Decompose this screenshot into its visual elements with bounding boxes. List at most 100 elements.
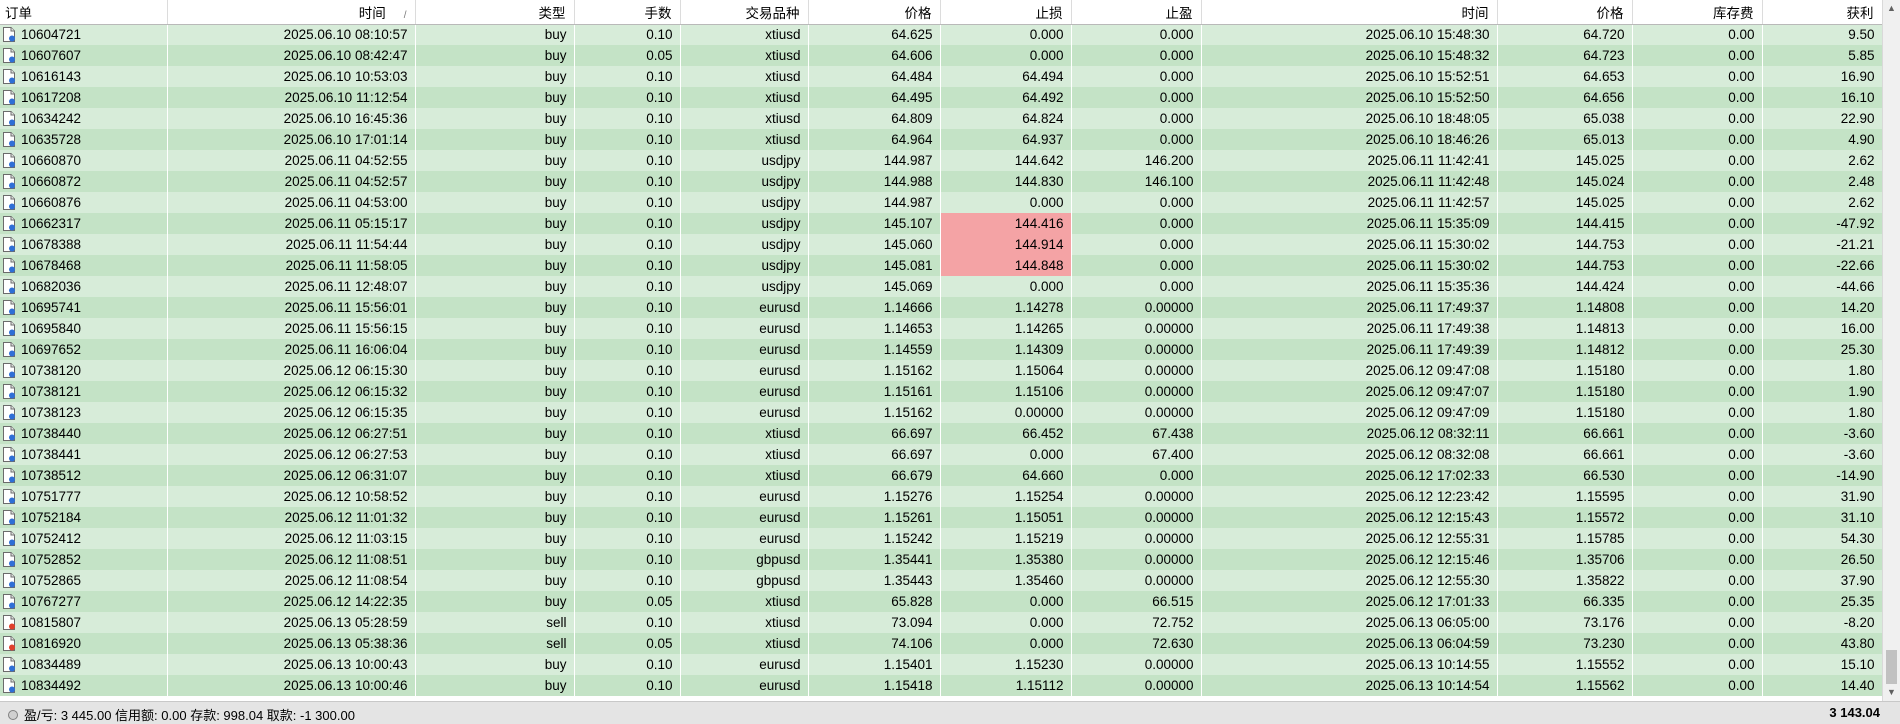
table-row[interactable]: 10767277 2025.06.12 14:22:35 buy 0.05 xtiusd… bbox=[0, 591, 1882, 612]
cell-take-profit: 0.000 bbox=[1071, 24, 1202, 45]
cell-close-price: 66.530 bbox=[1497, 465, 1633, 486]
col-header-lots[interactable]: 手数 bbox=[574, 0, 681, 25]
table-row[interactable]: 10662317 2025.06.11 05:15:17 buy 0.10 usdjpy… bbox=[0, 213, 1882, 234]
order-doc-buy-icon bbox=[2, 132, 16, 147]
table-row[interactable]: 10752184 2025.06.12 11:01:32 buy 0.10 eurusd… bbox=[0, 507, 1882, 528]
cell-type: buy bbox=[415, 45, 575, 66]
col-header-close-price[interactable]: 价格 bbox=[1497, 0, 1633, 25]
cell-symbol: usdjpy bbox=[680, 192, 809, 213]
col-header-take-profit[interactable]: 止盈 bbox=[1071, 0, 1202, 25]
table-row[interactable]: 10738120 2025.06.12 06:15:30 buy 0.10 eurusd… bbox=[0, 360, 1882, 381]
table-row[interactable]: 10695840 2025.06.11 15:56:15 buy 0.10 eurusd… bbox=[0, 318, 1882, 339]
cell-take-profit: 67.438 bbox=[1071, 423, 1202, 444]
cell-stop-loss: 1.15254 bbox=[940, 486, 1072, 507]
history-table: 订单 时间 / 类型 手数 交易品种 价格 止损 止盈 时间 价格 库存费 获利 … bbox=[0, 0, 1882, 696]
cell-swap: 0.00 bbox=[1632, 192, 1763, 213]
col-header-type[interactable]: 类型 bbox=[415, 0, 575, 25]
table-row[interactable]: 10752865 2025.06.12 11:08:54 buy 0.10 gbpusd… bbox=[0, 570, 1882, 591]
cell-lots: 0.10 bbox=[574, 675, 681, 696]
cell-type: buy bbox=[415, 654, 575, 675]
cell-lots: 0.10 bbox=[574, 255, 681, 276]
table-row[interactable]: 10660876 2025.06.11 04:53:00 buy 0.10 usdjpy… bbox=[0, 192, 1882, 213]
col-header-price[interactable]: 价格 bbox=[808, 0, 941, 25]
table-row[interactable]: 10697652 2025.06.11 16:06:04 buy 0.10 eurusd… bbox=[0, 339, 1882, 360]
table-row[interactable]: 10660872 2025.06.11 04:52:57 buy 0.10 usdjpy… bbox=[0, 171, 1882, 192]
order-doc-buy-icon bbox=[2, 426, 16, 441]
cell-price: 64.964 bbox=[808, 129, 941, 150]
cell-order: 10834492 bbox=[0, 675, 168, 696]
cell-stop-loss: 144.416 bbox=[940, 213, 1072, 234]
table-row[interactable]: 10738121 2025.06.12 06:15:32 buy 0.10 eurusd… bbox=[0, 381, 1882, 402]
cell-close-price: 1.15180 bbox=[1497, 360, 1633, 381]
table-row[interactable]: 10816920 2025.06.13 05:38:36 sell 0.05 xtius… bbox=[0, 633, 1882, 654]
scroll-up-arrow-icon[interactable]: ▲ bbox=[1883, 0, 1900, 17]
cell-take-profit: 0.000 bbox=[1071, 234, 1202, 255]
cell-close-time: 2025.06.11 11:42:48 bbox=[1201, 171, 1498, 192]
cell-close-price: 1.14812 bbox=[1497, 339, 1633, 360]
order-number: 10695741 bbox=[21, 300, 82, 315]
cell-close-time: 2025.06.10 15:52:50 bbox=[1201, 87, 1498, 108]
col-header-symbol[interactable]: 交易品种 bbox=[680, 0, 809, 25]
summary-text-container: 盈/亏: 3 445.00 信用额: 0.00 存款: 998.04 取款: -… bbox=[8, 705, 355, 724]
table-row[interactable]: 10634242 2025.06.10 16:45:36 buy 0.10 xtiusd… bbox=[0, 108, 1882, 129]
table-row[interactable]: 10682036 2025.06.11 12:48:07 buy 0.10 usdjpy… bbox=[0, 276, 1882, 297]
vertical-scrollbar[interactable]: ▲ ▼ bbox=[1882, 0, 1900, 701]
order-number: 10607607 bbox=[21, 48, 82, 63]
cell-close-price: 1.35822 bbox=[1497, 570, 1633, 591]
col-header-order[interactable]: 订单 bbox=[0, 0, 168, 25]
table-row[interactable]: 10752412 2025.06.12 11:03:15 buy 0.10 eurusd… bbox=[0, 528, 1882, 549]
table-row[interactable]: 10604721 2025.06.10 08:10:57 buy 0.10 xtiusd… bbox=[0, 24, 1882, 45]
table-row[interactable]: 10616143 2025.06.10 10:53:03 buy 0.10 xtiusd… bbox=[0, 66, 1882, 87]
summary-dot-icon bbox=[8, 710, 18, 720]
cell-symbol: eurusd bbox=[680, 402, 809, 423]
cell-symbol: xtiusd bbox=[680, 108, 809, 129]
cell-profit: 9.50 bbox=[1762, 24, 1882, 45]
total-profit: 3 143.04 bbox=[1829, 705, 1880, 720]
cell-lots: 0.10 bbox=[574, 465, 681, 486]
cell-open-time: 2025.06.10 16:45:36 bbox=[167, 108, 416, 129]
cell-swap: 0.00 bbox=[1632, 171, 1763, 192]
table-row[interactable]: 10660870 2025.06.11 04:52:55 buy 0.10 usdjpy… bbox=[0, 150, 1882, 171]
table-row[interactable]: 10752852 2025.06.12 11:08:51 buy 0.10 gbpusd… bbox=[0, 549, 1882, 570]
cell-close-time: 2025.06.11 15:30:02 bbox=[1201, 234, 1498, 255]
col-header-profit[interactable]: 获利 bbox=[1762, 0, 1882, 25]
col-header-open-time[interactable]: 时间 / bbox=[167, 0, 416, 25]
cell-symbol: xtiusd bbox=[680, 66, 809, 87]
table-row[interactable]: 10738440 2025.06.12 06:27:51 buy 0.10 xtiusd… bbox=[0, 423, 1882, 444]
table-row[interactable]: 10617208 2025.06.10 11:12:54 buy 0.10 xtiusd… bbox=[0, 87, 1882, 108]
cell-close-time: 2025.06.12 12:55:30 bbox=[1201, 570, 1498, 591]
summary-text: 盈/亏: 3 445.00 信用额: 0.00 存款: 998.04 取款: -… bbox=[24, 708, 355, 723]
col-header-stop-loss[interactable]: 止损 bbox=[940, 0, 1072, 25]
col-header-swap[interactable]: 库存费 bbox=[1632, 0, 1763, 25]
cell-profit: 37.90 bbox=[1762, 570, 1882, 591]
cell-lots: 0.10 bbox=[574, 213, 681, 234]
table-row[interactable]: 10834489 2025.06.13 10:00:43 buy 0.10 eurusd… bbox=[0, 654, 1882, 675]
cell-stop-loss: 1.35380 bbox=[940, 549, 1072, 570]
table-row[interactable]: 10635728 2025.06.10 17:01:14 buy 0.10 xtiusd… bbox=[0, 129, 1882, 150]
table-row[interactable]: 10738123 2025.06.12 06:15:35 buy 0.10 eurusd… bbox=[0, 402, 1882, 423]
cell-order: 10767277 bbox=[0, 591, 168, 612]
cell-type: buy bbox=[415, 507, 575, 528]
order-number: 10660870 bbox=[21, 153, 82, 168]
table-row[interactable]: 10678468 2025.06.11 11:58:05 buy 0.10 usdjpy… bbox=[0, 255, 1882, 276]
order-doc-buy-icon bbox=[2, 342, 16, 357]
scrollbar-thumb[interactable] bbox=[1886, 650, 1897, 684]
table-row[interactable]: 10751777 2025.06.12 10:58:52 buy 0.10 eurusd… bbox=[0, 486, 1882, 507]
cell-swap: 0.00 bbox=[1632, 549, 1763, 570]
table-row[interactable]: 10738441 2025.06.12 06:27:53 buy 0.10 xtiusd… bbox=[0, 444, 1882, 465]
scroll-down-arrow-icon[interactable]: ▼ bbox=[1883, 684, 1900, 701]
cell-profit: 16.10 bbox=[1762, 87, 1882, 108]
order-doc-buy-icon bbox=[2, 27, 16, 43]
table-row[interactable]: 10678388 2025.06.11 11:54:44 buy 0.10 usdjpy… bbox=[0, 234, 1882, 255]
order-doc-buy-icon bbox=[2, 594, 16, 609]
table-row[interactable]: 10695741 2025.06.11 15:56:01 buy 0.10 eurusd… bbox=[0, 297, 1882, 318]
table-row[interactable]: 10738512 2025.06.12 06:31:07 buy 0.10 xtiusd… bbox=[0, 465, 1882, 486]
cell-profit: -21.21 bbox=[1762, 234, 1882, 255]
table-row[interactable]: 10815807 2025.06.13 05:28:59 sell 0.10 xtius… bbox=[0, 612, 1882, 633]
cell-type: buy bbox=[415, 255, 575, 276]
table-row[interactable]: 10607607 2025.06.10 08:42:47 buy 0.05 xtiusd… bbox=[0, 45, 1882, 66]
col-header-close-time[interactable]: 时间 bbox=[1201, 0, 1498, 25]
cell-close-time: 2025.06.12 12:15:46 bbox=[1201, 549, 1498, 570]
cell-take-profit: 0.00000 bbox=[1071, 339, 1202, 360]
table-row[interactable]: 10834492 2025.06.13 10:00:46 buy 0.10 eurusd… bbox=[0, 675, 1882, 696]
